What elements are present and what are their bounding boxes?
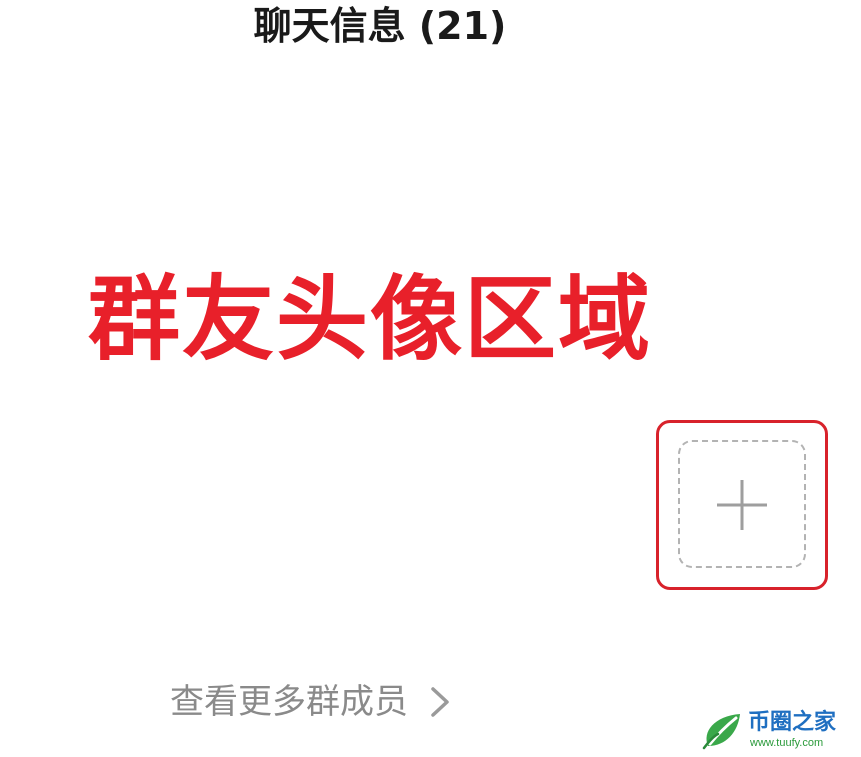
watermark-logo: 币圈之家 www.tuufy.com bbox=[700, 708, 852, 754]
chevron-right-icon bbox=[431, 687, 449, 717]
add-member-button[interactable] bbox=[678, 440, 806, 568]
watermark-site-url: www.tuufy.com bbox=[750, 737, 824, 749]
view-more-members-label: 查看更多群成员 bbox=[170, 682, 408, 722]
annotation-label: 群友头像区域 bbox=[88, 266, 653, 373]
watermark-site-name: 币圈之家 bbox=[748, 710, 837, 735]
view-more-members-link[interactable]: 查看更多群成员 bbox=[170, 678, 452, 726]
plus-icon bbox=[717, 480, 767, 530]
leaf-logo-icon bbox=[702, 714, 740, 750]
page-title: 聊天信息 (21) bbox=[253, 4, 507, 48]
